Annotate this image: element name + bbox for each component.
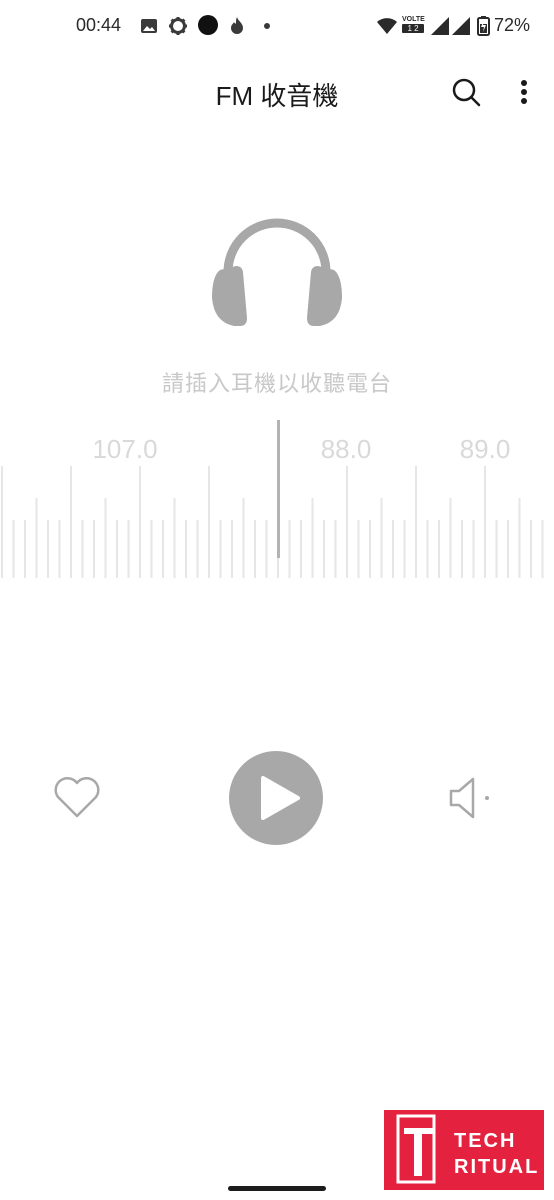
more-options-button[interactable] — [504, 72, 544, 112]
more-vert-icon — [521, 80, 527, 104]
play-button[interactable] — [229, 751, 323, 845]
battery-icon — [477, 16, 490, 36]
signal-icon — [452, 17, 470, 35]
wifi-icon — [377, 18, 397, 34]
heart-icon — [54, 776, 100, 818]
volume-button[interactable] — [447, 776, 493, 820]
favorite-button[interactable] — [52, 774, 102, 820]
dial-label-107: 107.0 — [92, 434, 158, 464]
volume-icon — [449, 777, 489, 819]
image-icon — [141, 19, 157, 33]
dot-icon — [264, 23, 270, 29]
frequency-dial[interactable]: 107.0 88.0 89.0 — [0, 418, 554, 588]
volte-icon: VOLTE 1 2 — [402, 16, 425, 34]
insert-headphones-hint: 請插入耳機以收聽電台 — [161, 371, 392, 396]
record-dot-icon — [198, 15, 218, 35]
dial-label-89: 89.0 — [459, 434, 511, 464]
gear-icon — [169, 17, 187, 35]
sim-label: 1 2 — [402, 24, 424, 33]
play-icon — [261, 776, 300, 820]
watermark-line1: TECH — [454, 1130, 517, 1152]
dial-label-88: 88.0 — [320, 434, 372, 464]
home-indicator[interactable] — [228, 1186, 326, 1191]
status-bar: 00:44 VOLTE 1 2 72% — [0, 0, 554, 52]
tech-ritual-watermark: TECH RITUAL — [384, 1110, 544, 1190]
tuning-needle — [277, 420, 280, 558]
battery-percent: 72% — [494, 15, 531, 35]
search-icon — [452, 78, 481, 107]
signal-icon — [431, 17, 449, 35]
search-button[interactable] — [446, 72, 486, 112]
flame-icon — [231, 17, 243, 34]
headphones-icon — [212, 218, 342, 326]
tech-ritual-logo — [396, 1114, 436, 1184]
watermark-line2: RITUAL — [454, 1156, 540, 1178]
volte-label: VOLTE — [402, 16, 425, 23]
status-time: 00:44 — [76, 15, 122, 35]
